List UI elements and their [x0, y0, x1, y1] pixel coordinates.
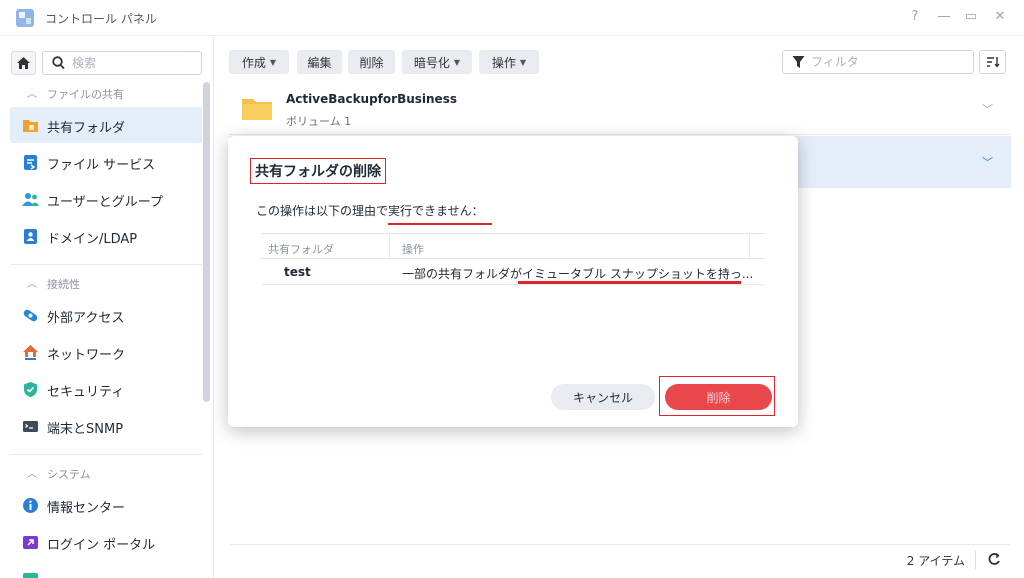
home-icon [17, 57, 30, 69]
list-item[interactable]: ActiveBackupforBusiness ボリューム 1 ﹀ [229, 83, 1011, 135]
minimize-icon[interactable]: — [936, 9, 952, 24]
chevron-down-icon[interactable]: ﹀ [982, 154, 993, 170]
chevron-up-icon: ︿ [27, 279, 37, 290]
section-divider [10, 264, 202, 265]
sidebar-item-file-services[interactable]: ファイル サービス [10, 144, 202, 180]
control-panel-icon [16, 9, 34, 27]
sidebar-item-login-portal[interactable]: ログイン ポータル [10, 524, 202, 560]
maximize-icon[interactable]: ▭ [963, 9, 979, 24]
dialog-title: 共有フォルダの削除 [250, 158, 386, 184]
sidebar-item-network[interactable]: ネットワーク [10, 334, 202, 370]
shield-icon [24, 382, 37, 397]
caret-down-icon: ▼ [453, 57, 461, 67]
delete-button[interactable]: 削除 [665, 384, 772, 410]
search-icon [52, 56, 65, 70]
item-count: 2 アイテム [906, 554, 965, 568]
status-divider [975, 551, 976, 569]
filter-input[interactable] [811, 54, 961, 70]
status-bar: 2 アイテム [229, 544, 1011, 574]
edit-button[interactable]: 編集 [297, 50, 342, 74]
filter-icon [792, 56, 805, 68]
reason-underline [518, 281, 741, 284]
login-portal-icon [23, 536, 38, 549]
table-header: 共有フォルダ 操作 [261, 233, 765, 260]
terminal-icon [23, 421, 38, 432]
sidebar-item-info-center[interactable]: 情報センター [10, 487, 202, 523]
external-access-icon [23, 309, 38, 322]
close-icon[interactable]: ✕ [992, 9, 1008, 24]
dialog-message-emphasis: 実行できません： [388, 204, 484, 218]
title-bar: コントロール パネル ? — ▭ ✕ [0, 0, 1024, 36]
dialog-message: この操作は以下の理由で実行できません： [256, 204, 484, 218]
delete-toolbar-button[interactable]: 削除 [348, 50, 395, 74]
create-button[interactable]: 作成 ▼ [229, 50, 289, 74]
sidebar-item-partial [10, 561, 202, 578]
action-button[interactable]: 操作 ▼ [479, 50, 539, 74]
chevron-up-icon: ︿ [27, 469, 37, 480]
caret-down-icon: ▼ [269, 57, 277, 67]
sidebar-item-terminal-snmp[interactable]: 端末とSNMP [10, 408, 202, 444]
caret-down-icon: ▼ [519, 57, 527, 67]
sidebar-item-security[interactable]: セキュリティ [10, 371, 202, 407]
section-file-sharing[interactable]: ︿ ファイルの共有 [0, 81, 200, 105]
chevron-up-icon: ︿ [27, 89, 37, 100]
search-field[interactable] [42, 51, 202, 75]
encrypt-button[interactable]: 暗号化 ▼ [402, 50, 472, 74]
column-divider [749, 234, 750, 260]
home-button[interactable] [11, 51, 36, 75]
help-icon[interactable]: ? [907, 9, 923, 24]
sidebar-item-shared-folder[interactable]: 共有フォルダ [10, 107, 202, 143]
sidebar: ︿ ファイルの共有 共有フォルダ ファイル サービス ユーザーとグループ ドメイ… [0, 37, 214, 578]
sort-icon [986, 57, 1000, 68]
column-divider [389, 234, 390, 260]
partial-icon [23, 573, 38, 578]
section-connectivity[interactable]: ︿ 接続性 [0, 271, 200, 295]
file-services-icon [24, 155, 37, 170]
delete-shared-folder-dialog: 共有フォルダの削除 この操作は以下の理由で実行できません： 共有フォルダ 操作 … [228, 136, 798, 427]
sidebar-item-external-access[interactable]: 外部アクセス [10, 297, 202, 333]
search-input[interactable] [72, 55, 192, 71]
folder-icon [242, 99, 272, 120]
sort-button[interactable] [979, 50, 1006, 74]
section-divider [10, 454, 202, 455]
sidebar-item-users-groups[interactable]: ユーザーとグループ [10, 181, 202, 217]
sidebar-scrollbar[interactable] [203, 82, 210, 402]
domain-ldap-icon [24, 229, 37, 244]
section-system[interactable]: ︿ システム [0, 461, 200, 485]
users-groups-icon [22, 193, 39, 206]
chevron-down-icon[interactable]: ﹀ [982, 101, 993, 117]
refresh-icon[interactable] [987, 551, 1001, 567]
filter-field[interactable] [782, 50, 974, 74]
sidebar-item-domain-ldap[interactable]: ドメイン/LDAP [10, 218, 202, 254]
shared-folder-icon [23, 120, 38, 132]
info-icon [23, 498, 38, 513]
cancel-button[interactable]: キャンセル [551, 384, 655, 410]
network-icon [23, 345, 38, 360]
window-title: コントロール パネル [45, 12, 157, 26]
